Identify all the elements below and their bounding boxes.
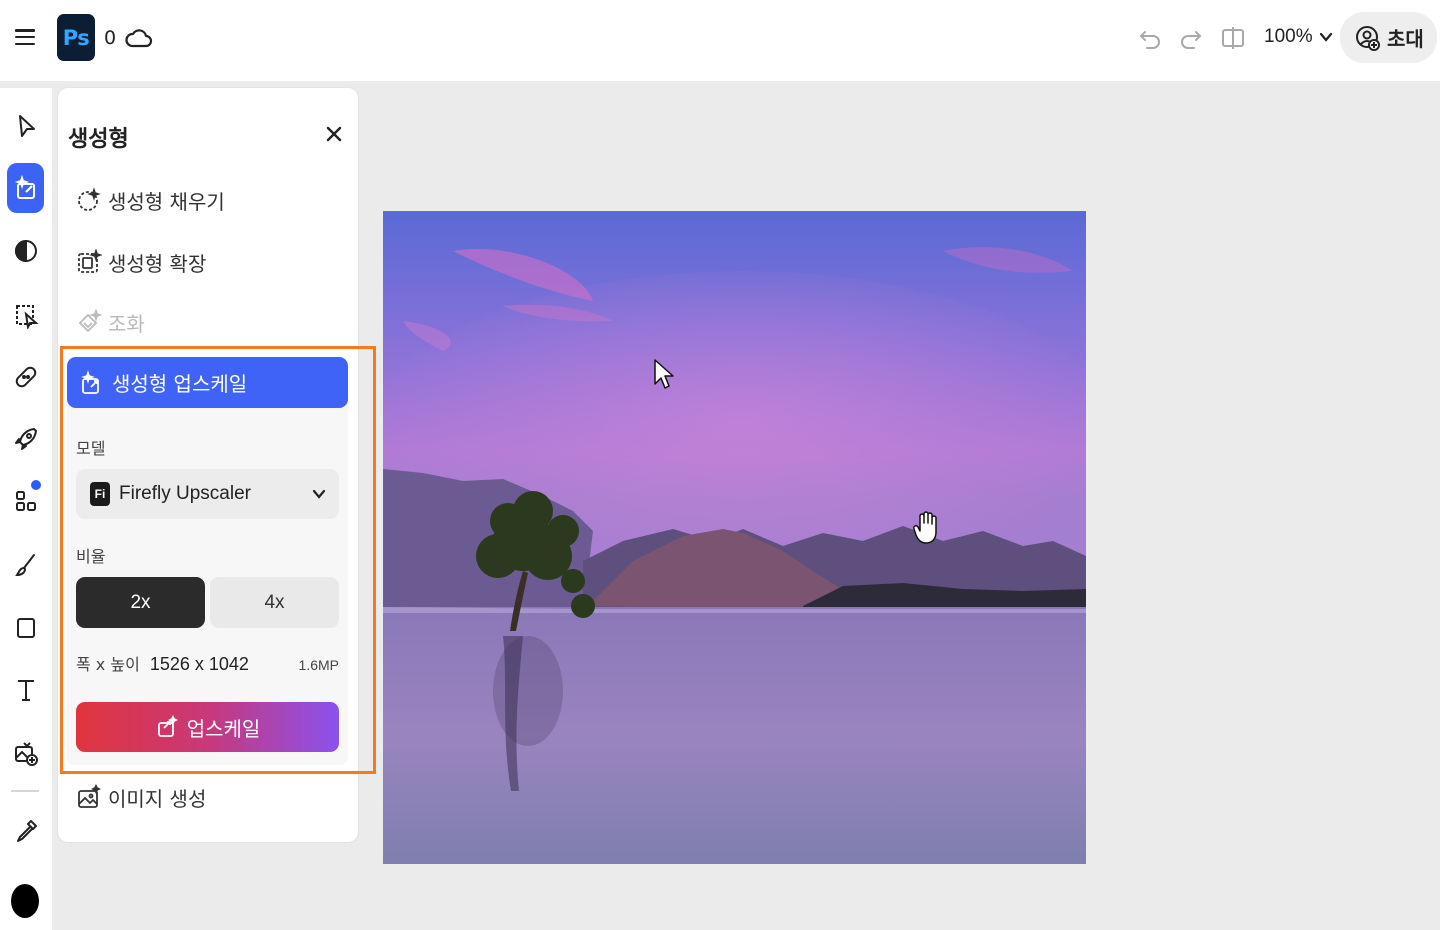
adjust-icon [14, 239, 37, 263]
ratio-4x-button[interactable]: 4x [210, 577, 339, 628]
tool-brush[interactable] [7, 540, 44, 590]
dimension-value: 1526 x 1042 [149, 654, 249, 674]
upscale-button-label: 업스케일 [186, 716, 261, 741]
zoom-level: 100% [1264, 26, 1313, 47]
heal-icon [15, 366, 36, 388]
cloud-icon[interactable] [125, 24, 153, 52]
top-bar: Ps 0 100% 초대 [0, 0, 1440, 81]
section-header-label: 생성형 업스케일 [112, 372, 248, 396]
add-image-icon [14, 742, 38, 766]
tool-selection[interactable] [7, 290, 44, 340]
tool-adjust[interactable] [7, 226, 44, 276]
generative-upscale-icon [81, 369, 99, 394]
menu-item-label: 조화 [108, 311, 145, 336]
brush-icon [14, 554, 35, 577]
tool-heal[interactable] [7, 352, 44, 402]
ratio-2x-button[interactable]: 2x [76, 577, 205, 628]
close-icon[interactable] [324, 124, 344, 144]
eyedropper-icon [16, 820, 37, 842]
firefly-icon: Fi [90, 482, 110, 506]
photoshop-logo[interactable]: Ps [57, 14, 95, 61]
generate-image-icon [78, 784, 102, 808]
selection-icon [15, 305, 39, 329]
menu-item-generative-fill[interactable]: 생성형 채우기 [76, 182, 225, 218]
zoom-dropdown[interactable]: 100% [1264, 26, 1333, 48]
invite-user-icon [1356, 25, 1380, 51]
toolbar-divider [11, 790, 39, 792]
redo-icon[interactable] [1177, 24, 1205, 52]
tool-generative[interactable] [7, 163, 44, 213]
model-label: 모델 [76, 439, 106, 458]
harmonize-icon [78, 309, 102, 333]
invite-label: 초대 [1387, 27, 1424, 51]
tool-eyedropper[interactable] [7, 806, 44, 856]
foreground-color-swatch[interactable] [11, 884, 39, 918]
rocket-icon [14, 428, 37, 450]
panel-title: 생성형 [68, 127, 129, 152]
rectangle-icon [16, 618, 35, 638]
generative-panel: 생성형 생성형 채우기 생성형 확장 조화 생성형 업스케일 모델 Fi Fir… [58, 88, 376, 842]
lake-landscape-image [383, 211, 1086, 864]
tool-add-ons[interactable] [7, 476, 44, 526]
upscale-icon [157, 715, 178, 737]
tool-quick-actions[interactable] [7, 414, 44, 464]
dimension-row: 폭 x 높이 1526 x 1042 1.6MP [76, 651, 339, 675]
compare-icon[interactable] [1219, 24, 1247, 52]
menu-item-generative-expand[interactable]: 생성형 확장 [76, 244, 206, 280]
tool-text[interactable] [7, 665, 44, 715]
notification-dot [31, 480, 41, 490]
menu-item-label: 이미지 생성 [108, 786, 207, 811]
menu-item-label: 생성형 채우기 [108, 189, 225, 214]
chevron-down-icon [1319, 32, 1332, 42]
left-toolbar [0, 88, 52, 930]
generative-upscale-header[interactable]: 생성형 업스케일 [67, 357, 348, 408]
canvas-image[interactable] [383, 211, 1086, 864]
megapixel-value: 1.6MP [298, 657, 339, 673]
model-value: Firefly Upscaler [119, 483, 251, 504]
hand-cursor-icon [913, 511, 937, 544]
invite-button[interactable]: 초대 [1340, 12, 1437, 63]
menu-icon[interactable] [14, 26, 36, 48]
model-dropdown[interactable]: Fi Firefly Upscaler [76, 469, 339, 519]
notification-count: 0 [104, 27, 117, 49]
chevron-down-icon [312, 489, 326, 499]
pointer-icon [18, 115, 35, 137]
undo-icon[interactable] [1136, 24, 1164, 52]
pointer-cursor-icon [654, 359, 674, 389]
dimension-label: 폭 x 높이 [76, 655, 140, 674]
ratio-label: 비율 [76, 547, 106, 566]
tool-add-image[interactable] [7, 728, 44, 778]
generative-expand-icon [78, 249, 102, 273]
upscale-button[interactable]: 업스케일 [76, 702, 339, 752]
menu-item-generate-image[interactable]: 이미지 생성 [76, 779, 206, 815]
tool-select[interactable] [7, 101, 44, 151]
menu-item-label: 생성형 확장 [108, 251, 207, 276]
menu-item-harmonize: 조화 [76, 304, 145, 340]
generative-fill-icon [78, 187, 101, 211]
apps-icon [15, 491, 36, 511]
text-icon [17, 680, 34, 701]
tool-shape[interactable] [7, 603, 44, 653]
generative-icon [14, 174, 35, 199]
